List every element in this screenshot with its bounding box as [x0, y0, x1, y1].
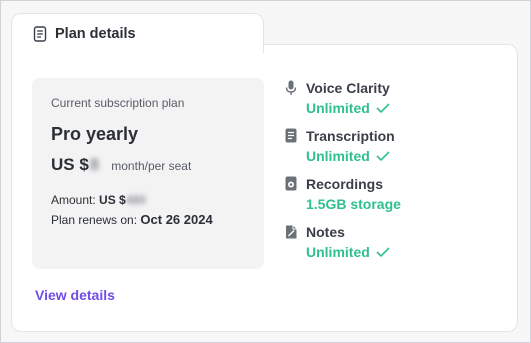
plan-name: Pro yearly [51, 124, 139, 144]
checkmark-icon [376, 151, 390, 161]
amount-row: Amount: US $480 [51, 193, 146, 207]
feature-value-text: 1.5GB storage [306, 196, 401, 212]
price-value-redacted: 8 [89, 155, 100, 174]
feature-transcription: Transcription Unlimited [284, 126, 504, 166]
feature-value: 1.5GB storage [306, 196, 401, 212]
document-list-icon [33, 25, 47, 42]
recordings-icon [284, 176, 298, 192]
feature-name: Voice Clarity [306, 80, 390, 96]
checkmark-icon [376, 247, 390, 257]
amount-currency: US $ [99, 193, 126, 207]
renew-row: Plan renews on: Oct 26 2024 [51, 212, 213, 227]
checkmark-icon [376, 103, 390, 113]
notes-icon [284, 224, 298, 240]
microphone-icon [284, 80, 298, 96]
feature-name: Transcription [306, 128, 395, 144]
feature-value-text: Unlimited [306, 100, 370, 116]
subscription-card: Current subscription plan Pro yearly US … [32, 78, 264, 269]
feature-name: Recordings [306, 176, 384, 192]
view-details-link[interactable]: View details [35, 287, 115, 303]
feature-value: Unlimited [306, 244, 390, 260]
amount-label: Amount: [51, 193, 96, 207]
subscription-label: Current subscription plan [51, 96, 185, 110]
feature-value-text: Unlimited [306, 148, 370, 164]
price-period: month/per seat [111, 159, 192, 173]
tab-title: Plan details [55, 25, 136, 42]
tab-plan-details[interactable]: Plan details [11, 13, 264, 53]
amount-value-redacted: 480 [125, 193, 146, 207]
price-row: US $ 8 month/per seat [51, 155, 191, 175]
feature-value: Unlimited [306, 100, 390, 116]
feature-recordings: Recordings 1.5GB storage [284, 174, 504, 214]
renew-label: Plan renews on: [51, 213, 138, 227]
feature-value-text: Unlimited [306, 244, 370, 260]
transcript-icon [284, 128, 298, 144]
renew-date: Oct 26 2024 [140, 212, 213, 227]
feature-value: Unlimited [306, 148, 390, 164]
feature-notes: Notes Unlimited [284, 222, 504, 262]
feature-name: Notes [306, 224, 345, 240]
feature-voice-clarity: Voice Clarity Unlimited [284, 78, 504, 118]
price-currency: US $ [51, 155, 89, 174]
